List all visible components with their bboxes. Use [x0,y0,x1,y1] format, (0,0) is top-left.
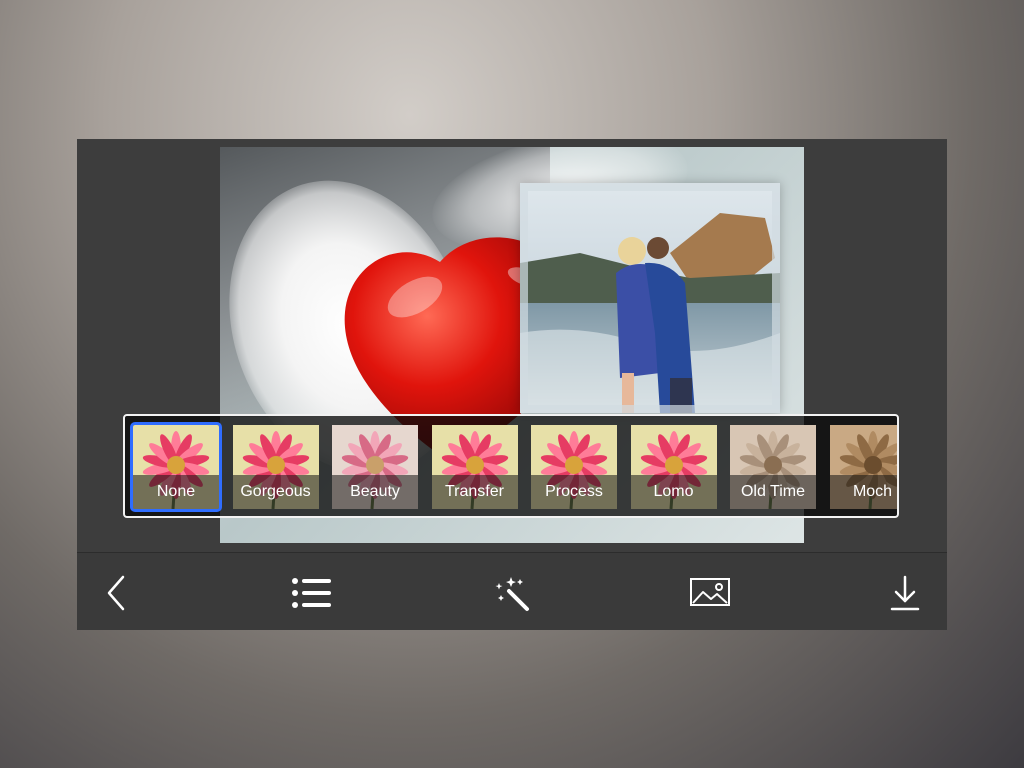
filter-option[interactable]: Transfer [431,425,518,509]
filter-label: Gorgeous [232,475,319,509]
filter-label: Process [531,475,617,509]
filter-label: Old Time [730,475,816,509]
magic-wand-icon [495,577,529,611]
magic-effects-button[interactable] [489,571,533,615]
couple-photo [520,183,780,413]
filter-option[interactable]: Moch [829,425,897,509]
back-button[interactable] [94,571,138,615]
back-chevron-icon [107,575,125,611]
filter-option[interactable]: Process [531,425,617,509]
filter-label: None [133,475,219,509]
filter-option[interactable]: Old Time [730,425,816,509]
image-icon [690,578,730,606]
menu-list-button[interactable] [290,571,334,615]
download-icon [890,575,920,611]
filter-option[interactable]: None [130,422,222,512]
filter-strip[interactable]: None Gorgeous Beauty Transfer Process Lo… [123,414,899,518]
filter-label: Moch [829,475,897,509]
filter-option[interactable]: Lomo [630,425,717,509]
filter-label: Lomo [630,475,717,509]
editor-window: None Gorgeous Beauty Transfer Process Lo… [77,139,947,630]
filter-label: Beauty [332,475,418,509]
filter-option[interactable]: Gorgeous [232,425,319,509]
download-button[interactable] [883,571,927,615]
filter-option[interactable]: Beauty [332,425,418,509]
list-icon [292,578,331,608]
gallery-button[interactable] [688,571,732,615]
bottom-toolbar [77,552,947,630]
couple-photo-slot[interactable] [520,183,780,413]
filter-label: Transfer [431,475,518,509]
